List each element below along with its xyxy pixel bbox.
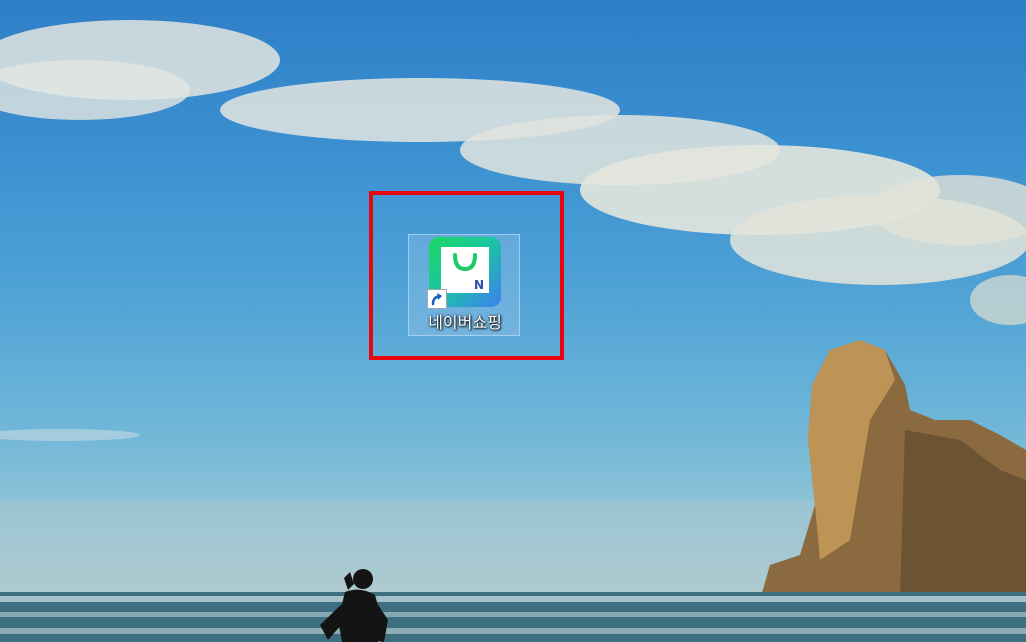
naver-shopping-bag-icon: N — [441, 247, 489, 293]
shortcut-label: 네이버쇼핑 — [428, 313, 502, 332]
shortcut-arrow-icon — [427, 289, 447, 309]
naver-shopping-shortcut[interactable]: N 네이버쇼핑 — [408, 234, 520, 336]
rock-formation — [760, 340, 1026, 600]
desktop[interactable]: N 네이버쇼핑 — [0, 0, 1026, 642]
svg-text:N: N — [474, 278, 484, 292]
